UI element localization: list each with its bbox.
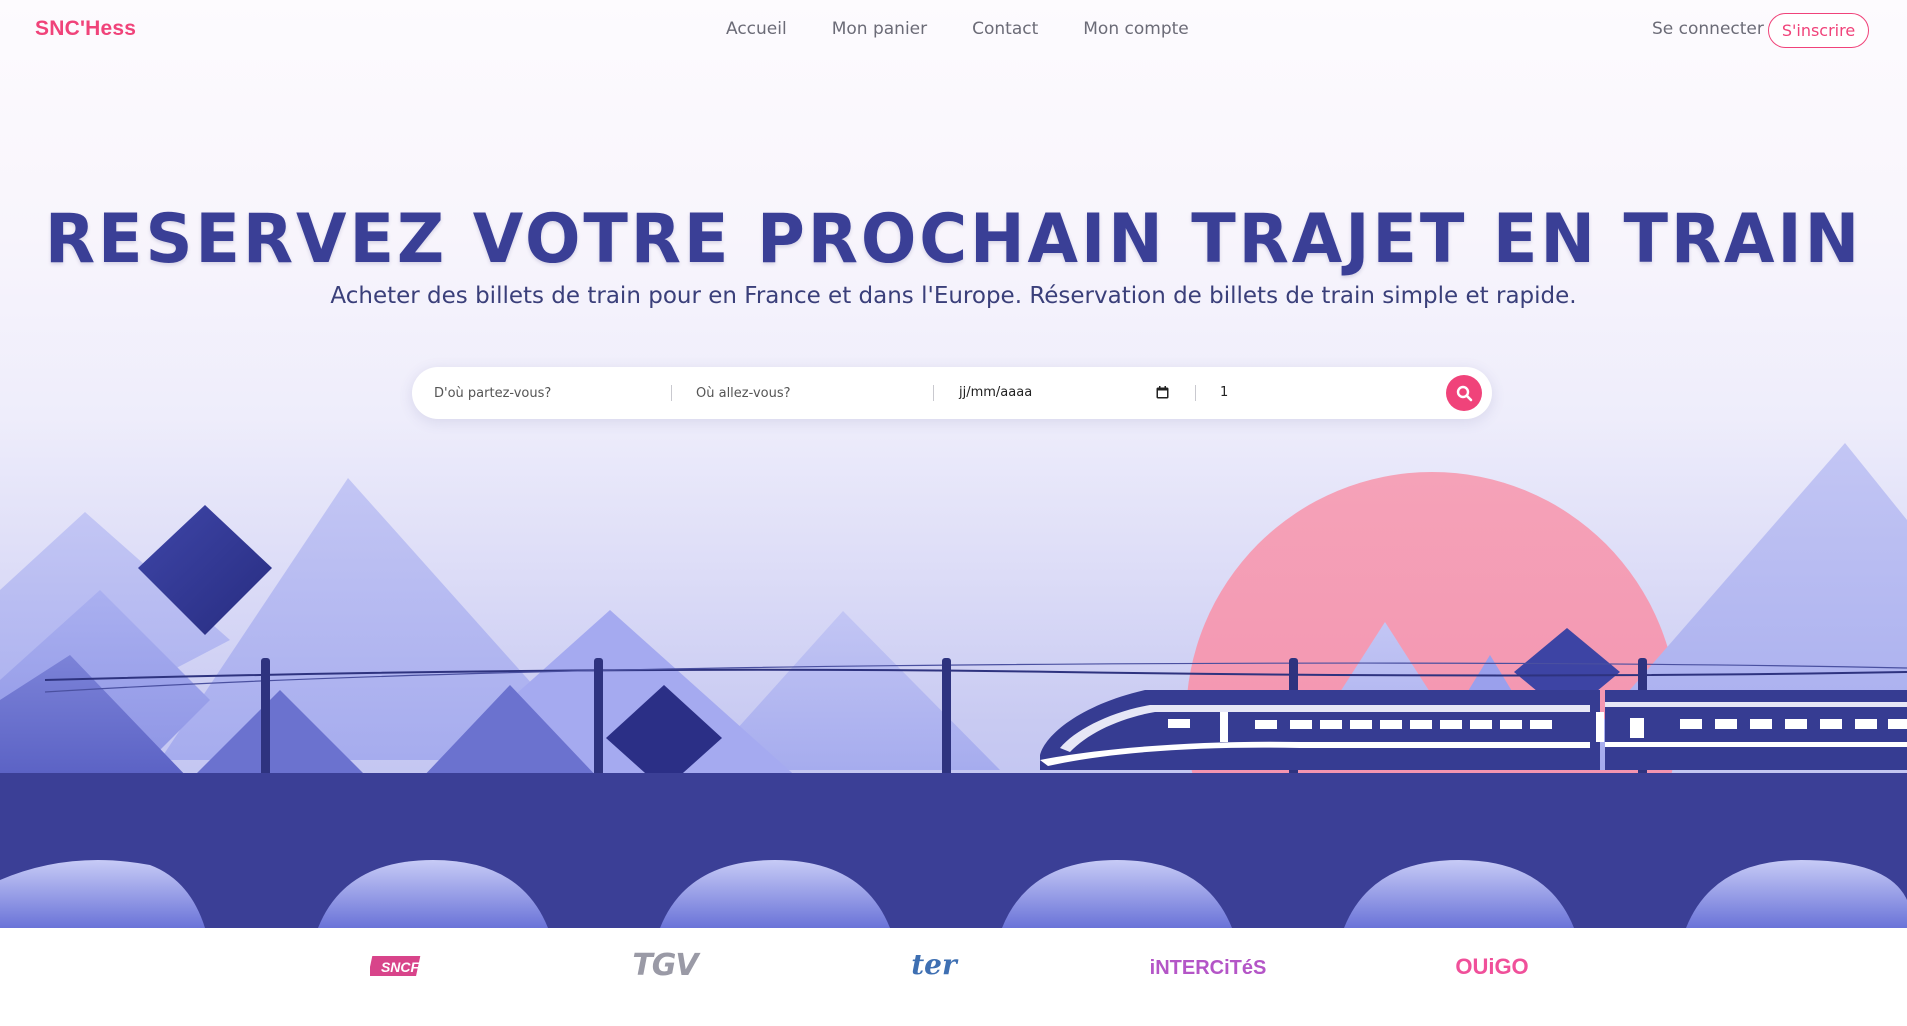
brand-logo[interactable]: SNC'Hess xyxy=(35,17,136,41)
nav-link-accueil[interactable]: Accueil xyxy=(726,19,787,39)
departure-input[interactable] xyxy=(434,380,664,406)
signup-button[interactable]: S'inscrire xyxy=(1768,13,1869,48)
partner-logos: SNCF TGV ter iNTERCiTéS OUiGO xyxy=(0,928,1907,1026)
hero-illustration xyxy=(0,443,1907,928)
pole xyxy=(261,658,270,778)
nav-link-panier[interactable]: Mon panier xyxy=(832,19,927,39)
ouigo-logo: OUiGO xyxy=(1455,954,1528,979)
intercites-logo-text: iNTERCiTéS xyxy=(1150,957,1266,979)
intercites-logo: iNTERCiTéS xyxy=(1150,957,1266,979)
login-link[interactable]: Se connecter xyxy=(1652,19,1764,39)
passengers-input[interactable]: 1 xyxy=(1220,385,1228,400)
destination-input[interactable] xyxy=(696,380,926,406)
pole xyxy=(594,658,603,778)
nav-link-compte[interactable]: Mon compte xyxy=(1083,19,1188,39)
hero-title: RESERVEZ VOTRE PROCHAIN TRAJET EN TRAIN xyxy=(44,200,1863,279)
calendar-icon[interactable] xyxy=(1156,386,1169,399)
sncf-logo-text: SNCF xyxy=(381,959,420,975)
hero-section: RESERVEZ VOTRE PROCHAIN TRAJET EN TRAIN … xyxy=(0,0,1907,928)
separator xyxy=(933,385,934,401)
hero-subtitle: Acheter des billets de train pour en Fra… xyxy=(330,283,1577,309)
train xyxy=(1040,690,1907,770)
date-input[interactable]: jj/mm/aaaa xyxy=(959,385,1032,400)
ter-logo-text: ter xyxy=(911,948,959,981)
nav-menu: Accueil Mon panier Contact Mon compte xyxy=(726,19,1189,39)
search-icon xyxy=(1456,385,1472,401)
navbar: SNC'Hess Accueil Mon panier Contact Mon … xyxy=(0,0,1907,60)
nav-link-contact[interactable]: Contact xyxy=(972,19,1038,39)
tgv-logo-text: TGV xyxy=(632,948,701,982)
separator xyxy=(1195,385,1196,401)
sncf-logo: SNCF xyxy=(370,956,421,976)
search-form: jj/mm/aaaa 1 xyxy=(412,367,1492,419)
bridge xyxy=(0,773,1907,928)
search-button[interactable] xyxy=(1446,375,1482,411)
ter-logo: ter xyxy=(911,948,959,981)
pole xyxy=(942,658,951,778)
tgv-logo: TGV xyxy=(632,948,702,982)
ouigo-logo-text: OUiGO xyxy=(1455,954,1528,979)
separator xyxy=(671,385,672,401)
